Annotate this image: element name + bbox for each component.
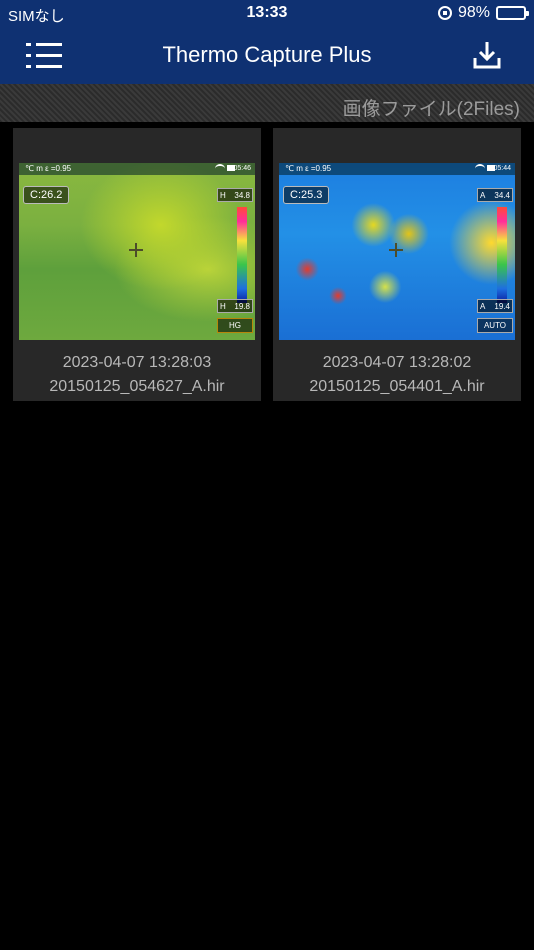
file-date: 2023-04-07 13:28:02 xyxy=(322,354,472,371)
high-temp-box: H 34.8 xyxy=(217,188,253,202)
low-temp-box: H 19.8 xyxy=(217,299,253,313)
high-label: H xyxy=(220,190,226,200)
file-thumbnail[interactable]: ℃ m ε =0.95 05:44 C:25.3 A 34.4 A 19.4 A… xyxy=(273,128,521,401)
color-scale xyxy=(237,207,247,303)
low-label: H xyxy=(220,301,226,311)
color-scale xyxy=(497,207,507,303)
rotation-lock-icon xyxy=(437,6,452,20)
center-temp: C:26.2 xyxy=(23,186,70,204)
section-header: 画像ファイル(2Files) xyxy=(0,84,534,122)
crosshair-icon xyxy=(129,243,143,257)
status-bar: SIMなし 13:33 98% xyxy=(0,0,534,28)
battery-icon xyxy=(496,6,529,20)
thermal-time: 05:44 xyxy=(493,165,511,172)
thermal-units: ℃ m ε =0.95 xyxy=(25,164,72,173)
crosshair-icon xyxy=(389,243,403,257)
palette-mode: AUTO xyxy=(477,318,513,333)
status-right: 98% xyxy=(437,4,529,22)
thermal-status-bar: ℃ m ε =0.95 05:46 xyxy=(19,163,255,175)
center-temp: C:25.3 xyxy=(283,186,330,204)
thermal-time: 05:46 xyxy=(233,165,251,172)
high-value: 34.4 xyxy=(494,190,510,200)
page-title: Thermo Capture Plus xyxy=(162,42,372,67)
file-date: 2023-04-07 13:28:03 xyxy=(62,354,212,371)
wifi-icon xyxy=(475,164,485,173)
high-label: A xyxy=(480,190,486,200)
nav-bar: Thermo Capture Plus xyxy=(0,28,534,84)
thermal-image: ℃ m ε =0.95 05:44 C:25.3 A 34.4 A 19.4 A… xyxy=(279,163,515,340)
low-value: 19.4 xyxy=(494,301,510,311)
low-label: A xyxy=(480,301,486,311)
thermal-image: ℃ m ε =0.95 05:46 C:26.2 H 34.8 H 19.8 H… xyxy=(19,163,255,340)
wifi-icon xyxy=(215,164,225,173)
thermal-units: ℃ m ε =0.95 xyxy=(285,164,332,173)
high-value: 34.8 xyxy=(234,190,250,200)
low-value: 19.8 xyxy=(234,301,250,311)
download-icon xyxy=(473,42,501,69)
file-thumbnail[interactable]: ℃ m ε =0.95 05:46 C:26.2 H 34.8 H 19.8 H… xyxy=(13,128,261,401)
palette-mode: HG xyxy=(217,318,253,333)
low-temp-box: A 19.4 xyxy=(477,299,513,313)
high-temp-box: A 34.4 xyxy=(477,188,513,202)
file-name: 20150125_054401_A.hir xyxy=(309,378,485,395)
battery-percent: 98% xyxy=(457,4,490,21)
download-button[interactable] xyxy=(472,40,502,70)
file-name: 20150125_054627_A.hir xyxy=(49,378,225,395)
section-title: 画像ファイル(2Files) xyxy=(342,99,520,120)
thermal-status-bar: ℃ m ε =0.95 05:44 xyxy=(279,163,515,175)
